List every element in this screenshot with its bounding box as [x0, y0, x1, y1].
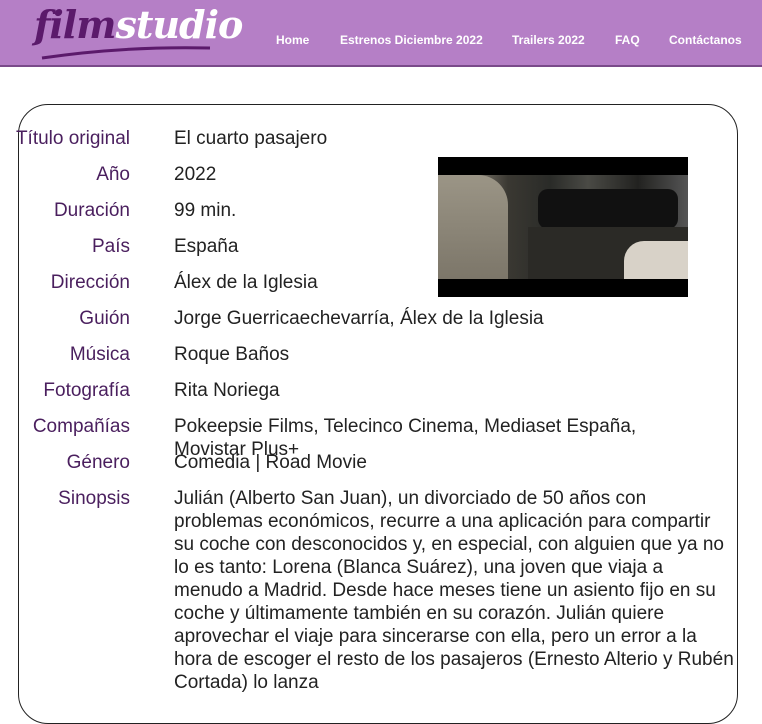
detail-label: Guión — [79, 308, 130, 329]
nav-faq[interactable]: FAQ — [615, 33, 640, 47]
detail-value: 2022 — [174, 164, 217, 185]
detail-value: Comedia | Road Movie — [174, 452, 367, 473]
video-still-image — [438, 175, 688, 279]
detail-label: Año — [96, 164, 130, 185]
nav-trailers[interactable]: Trailers 2022 — [512, 33, 585, 47]
filmstudio-logo[interactable]: filmstudio — [34, 2, 243, 62]
detail-value: El cuarto pasajero — [174, 128, 328, 149]
detail-value: Jorge Guerricaechevarría, Álex de la Igl… — [174, 308, 544, 329]
detail-value: Álex de la Iglesia — [174, 272, 318, 293]
detail-label: Fotografía — [43, 380, 130, 401]
nav-estrenos[interactable]: Estrenos Diciembre 2022 — [340, 33, 483, 47]
detail-label: Título original — [15, 128, 130, 149]
detail-label: Género — [66, 452, 130, 473]
detail-label: Dirección — [50, 272, 130, 293]
logo-swoosh-icon — [41, 46, 211, 60]
detail-value: Julián (Alberto San Juan), un divorciado… — [174, 488, 734, 693]
detail-label: Duración — [53, 200, 130, 221]
nav-home[interactable]: Home — [276, 33, 309, 47]
detail-value: Rita Noriega — [174, 380, 280, 401]
detail-value: España — [174, 236, 239, 257]
detail-label: Compañías — [32, 416, 130, 437]
person-silhouette — [438, 175, 508, 279]
detail-value: Roque Baños — [174, 344, 290, 365]
detail-label: Sinopsis — [58, 488, 130, 509]
detail-label: País — [91, 236, 130, 257]
detail-label: Música — [69, 344, 130, 365]
nav-contactanos[interactable]: Contáctanos — [669, 33, 742, 47]
top-navbar: filmstudio Home Estrenos Diciembre 2022 … — [0, 0, 762, 67]
detail-value: 99 min. — [174, 200, 237, 221]
